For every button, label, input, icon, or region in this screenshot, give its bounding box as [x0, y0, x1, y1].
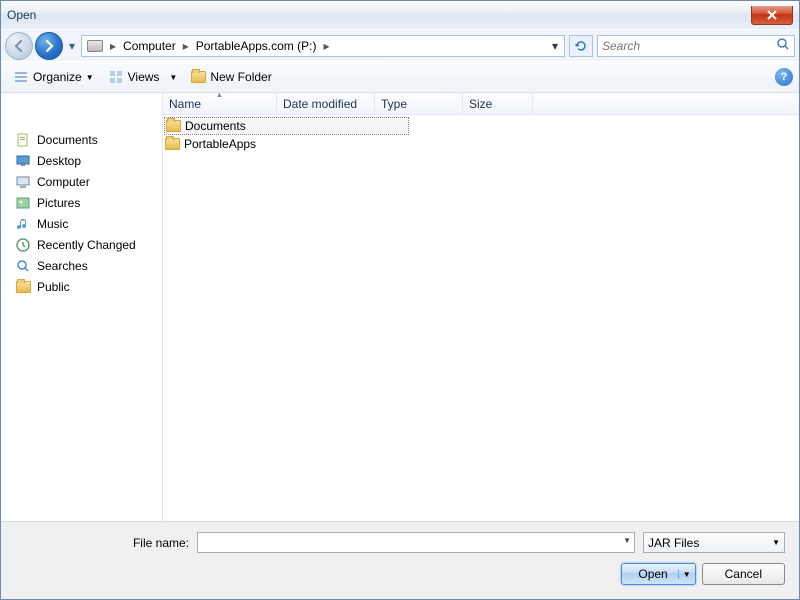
file-list: Documents PortableApps [163, 115, 799, 521]
sidebar-item-music[interactable]: Music [1, 213, 162, 234]
folder-icon [165, 138, 180, 150]
window-title: Open [7, 8, 36, 22]
breadcrumb-sep-icon[interactable]: ▸ [319, 39, 333, 53]
button-row: Open ▼ Cancel [15, 563, 785, 585]
chevron-down-icon: ▼ [169, 73, 177, 82]
help-button[interactable]: ? [775, 68, 793, 86]
filename-dropdown[interactable]: ▼ [623, 536, 631, 545]
views-button[interactable]: Views ▼ [102, 65, 184, 89]
filename-label: File name: [133, 536, 189, 550]
new-folder-button[interactable]: New Folder [185, 65, 277, 89]
column-type[interactable]: Type [375, 93, 463, 114]
sidebar-item-label: Documents [37, 133, 98, 147]
chevron-down-icon: ▼ [772, 538, 780, 547]
main-area: Documents Desktop Computer Pictures Musi… [1, 93, 799, 521]
breadcrumb-sep-icon[interactable]: ▸ [179, 39, 193, 53]
sidebar-item-label: Searches [37, 259, 88, 273]
searches-icon [15, 258, 31, 274]
back-arrow-icon [12, 39, 26, 53]
column-size[interactable]: Size [463, 93, 533, 114]
sidebar-item-label: Recently Changed [37, 238, 136, 252]
cancel-label: Cancel [725, 567, 762, 581]
sidebar-item-searches[interactable]: Searches [1, 255, 162, 276]
organize-label: Organize [33, 70, 82, 84]
open-label: Open [638, 567, 667, 581]
forward-button[interactable] [35, 32, 63, 60]
sort-asc-icon: ▲ [216, 92, 223, 99]
refresh-button[interactable] [569, 35, 593, 57]
column-name[interactable]: ▲Name [163, 93, 277, 114]
sidebar-item-label: Computer [37, 175, 90, 189]
toolbar: Organize ▼ Views ▼ New Folder ? [1, 61, 799, 93]
sidebar: Documents Desktop Computer Pictures Musi… [1, 93, 163, 521]
views-icon [108, 69, 124, 85]
folder-icon [15, 279, 31, 295]
recent-icon [15, 237, 31, 253]
sidebar-item-computer[interactable]: Computer [1, 171, 162, 192]
sidebar-item-label: Desktop [37, 154, 81, 168]
sidebar-item-label: Public [37, 280, 70, 294]
pictures-icon [15, 195, 31, 211]
file-row[interactable]: Documents [164, 117, 409, 135]
folder-icon [166, 120, 181, 132]
breadcrumb-sep-icon[interactable]: ▸ [106, 39, 120, 53]
sidebar-item-documents[interactable]: Documents [1, 129, 162, 150]
documents-icon [15, 132, 31, 148]
breadcrumb-dropdown[interactable]: ▾ [548, 39, 562, 53]
sidebar-item-label: Music [37, 217, 68, 231]
sidebar-item-desktop[interactable]: Desktop [1, 150, 162, 171]
breadcrumb-computer[interactable]: Computer [120, 39, 179, 53]
breadcrumb-drive[interactable]: PortableApps.com (P:) [193, 39, 320, 53]
back-button[interactable] [5, 32, 33, 60]
filename-row: File name: ▼ JAR Files ▼ [15, 532, 785, 553]
nav-row: ▾ ▸ Computer ▸ PortableApps.com (P:) ▸ ▾ [1, 29, 799, 61]
new-folder-label: New Folder [210, 70, 271, 84]
file-area: ▲Name Date modified Type Size Documents … [163, 93, 799, 521]
desktop-icon [15, 153, 31, 169]
drive-icon [86, 37, 104, 55]
bottom-panel: File name: ▼ JAR Files ▼ Open ▼ Cancel [1, 521, 799, 599]
title-bar: Open [1, 1, 799, 29]
forward-arrow-icon [42, 39, 56, 53]
open-button[interactable]: Open ▼ [621, 563, 695, 585]
filename-input[interactable] [197, 532, 635, 553]
views-label: Views [128, 70, 160, 84]
breadcrumb-bar[interactable]: ▸ Computer ▸ PortableApps.com (P:) ▸ ▾ [81, 35, 565, 57]
folder-icon [191, 71, 206, 83]
search-icon[interactable] [776, 37, 790, 54]
search-input[interactable] [602, 39, 776, 53]
filetype-label: JAR Files [648, 536, 699, 550]
sidebar-item-pictures[interactable]: Pictures [1, 192, 162, 213]
file-name: Documents [185, 119, 246, 133]
open-split-dropdown[interactable]: ▼ [678, 570, 691, 579]
chevron-down-icon: ▼ [86, 73, 94, 82]
close-button[interactable] [751, 6, 793, 25]
sidebar-item-public[interactable]: Public [1, 276, 162, 297]
nav-history-dropdown[interactable]: ▾ [65, 35, 79, 57]
sidebar-item-recently-changed[interactable]: Recently Changed [1, 234, 162, 255]
search-box[interactable] [597, 35, 795, 57]
refresh-icon [574, 39, 588, 53]
organize-button[interactable]: Organize ▼ [7, 65, 100, 89]
sidebar-item-label: Pictures [37, 196, 80, 210]
close-icon [766, 10, 778, 20]
file-row[interactable]: PortableApps [163, 135, 799, 153]
column-date[interactable]: Date modified [277, 93, 375, 114]
music-icon [15, 216, 31, 232]
filetype-dropdown[interactable]: JAR Files ▼ [643, 532, 785, 553]
file-name: PortableApps [184, 137, 256, 151]
column-headers: ▲Name Date modified Type Size [163, 93, 799, 115]
computer-icon [15, 174, 31, 190]
cancel-button[interactable]: Cancel [702, 563, 785, 585]
organize-icon [13, 69, 29, 85]
